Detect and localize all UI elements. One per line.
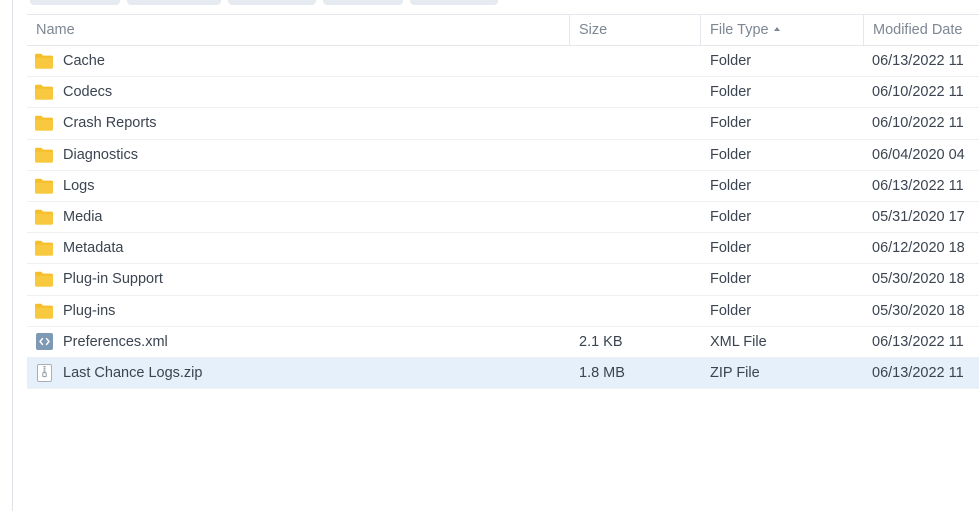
column-header-name[interactable]: Name — [27, 15, 569, 45]
file-name: Diagnostics — [63, 146, 138, 163]
cell-modified-date: 05/31/2020 17 — [872, 209, 965, 226]
file-name: Plug-ins — [63, 302, 116, 319]
cell-name: Metadata — [27, 233, 569, 263]
file-name: Media — [63, 209, 103, 226]
cell-name: Codecs — [27, 77, 569, 107]
file-name: Preferences.xml — [63, 333, 168, 350]
cell-file-type: Folder — [710, 302, 752, 319]
table-row[interactable]: Diagnostics Folder 06/04/2020 04 — [27, 140, 979, 171]
zip-file-icon — [35, 363, 53, 382]
cell-size — [569, 202, 700, 232]
cell-file-type: Folder — [710, 209, 752, 226]
cell-file-type: Folder — [710, 115, 752, 132]
cell-modified-date: 06/13/2022 11 — [872, 177, 964, 194]
cell-name: Logs — [27, 171, 569, 201]
table-row[interactable]: Last Chance Logs.zip 1.8 MB ZIP File 06/13/… — [27, 357, 979, 390]
left-panel-border — [12, 0, 13, 511]
file-name: Plug-in Support — [63, 271, 163, 288]
toolbar-button-1[interactable] — [30, 0, 120, 5]
cell-name: Last Chance Logs.zip — [27, 358, 569, 388]
folder-icon — [35, 270, 53, 288]
table-row[interactable]: Plug-ins Folder 05/30/2020 18 — [27, 296, 979, 327]
folder-icon — [35, 208, 53, 226]
cell-file-type: Folder — [710, 146, 752, 163]
column-header-size[interactable]: Size — [569, 15, 700, 45]
folder-icon — [35, 52, 53, 70]
cell-file-type: Folder — [710, 53, 752, 70]
cell-size — [569, 296, 700, 326]
cell-modified-date: 06/13/2022 11 — [872, 53, 964, 70]
cell-modified-date: 06/04/2020 04 — [872, 146, 965, 163]
file-name: Cache — [63, 53, 105, 70]
table-row[interactable]: Cache Folder 06/13/2022 11 — [27, 46, 979, 78]
cell-size — [569, 233, 700, 263]
cell-size — [569, 108, 700, 138]
table-row[interactable]: Metadata Folder 06/12/2020 18 — [27, 233, 979, 265]
table-row[interactable]: Plug-in Support Folder 05/30/2020 18 — [27, 264, 979, 296]
file-name: Logs — [63, 177, 95, 194]
cell-size — [569, 140, 700, 170]
cell-file-type: XML File — [710, 333, 767, 350]
sort-ascending-icon — [773, 27, 780, 31]
file-name: Last Chance Logs.zip — [63, 364, 203, 381]
column-header-modified-date[interactable]: Modified Date — [863, 15, 979, 45]
folder-icon — [35, 114, 53, 132]
cell-size — [569, 46, 700, 76]
cell-size: 1.8 MB — [579, 364, 625, 381]
folder-icon — [35, 239, 53, 257]
table-row[interactable]: Crash Reports Folder 06/10/2022 11 — [27, 108, 979, 140]
toolbar-button-2[interactable] — [127, 0, 221, 5]
cell-name: Media — [27, 202, 569, 232]
xml-file-icon — [35, 333, 53, 351]
cell-modified-date: 05/30/2020 18 — [872, 271, 965, 288]
table-header: Name Size File Type Modified Date — [27, 14, 979, 46]
cell-modified-date: 05/30/2020 18 — [872, 302, 965, 319]
toolbar-button-3[interactable] — [228, 0, 316, 5]
column-header-file-type[interactable]: File Type — [700, 15, 863, 45]
file-name: Crash Reports — [63, 115, 157, 132]
toolbar-buttons-partial — [30, 0, 498, 5]
cell-name: Plug-in Support — [27, 264, 569, 294]
cell-modified-date: 06/10/2022 11 — [872, 115, 964, 132]
cell-size — [569, 77, 700, 107]
cell-name: Preferences.xml — [27, 327, 569, 357]
folder-icon — [35, 177, 53, 195]
toolbar-button-5[interactable] — [410, 0, 498, 5]
cell-file-type: ZIP File — [710, 364, 760, 381]
cell-modified-date: 06/12/2020 18 — [872, 240, 965, 257]
column-header-file-type-label: File Type — [710, 22, 769, 38]
cell-size — [569, 171, 700, 201]
cell-modified-date: 06/10/2022 11 — [872, 84, 964, 101]
cell-modified-date: 06/13/2022 11 — [872, 364, 964, 381]
folder-icon — [35, 146, 53, 164]
file-name: Metadata — [63, 240, 124, 257]
column-header-modified-label: Modified Date — [873, 22, 963, 38]
cell-file-type: Folder — [710, 177, 752, 194]
folder-icon — [35, 83, 53, 101]
table-row[interactable]: Codecs Folder 06/10/2022 11 — [27, 77, 979, 109]
cell-size: 2.1 KB — [579, 333, 623, 350]
cell-name: Diagnostics — [27, 140, 569, 170]
table-row[interactable]: Preferences.xml 2.1 KB XML File 06/13/2022 … — [27, 327, 979, 358]
cell-file-type: Folder — [710, 271, 752, 288]
cell-name: Cache — [27, 46, 569, 76]
cell-name: Crash Reports — [27, 108, 569, 138]
folder-icon — [35, 302, 53, 320]
cell-file-type: Folder — [710, 84, 752, 101]
file-name: Codecs — [63, 84, 113, 101]
toolbar-button-4[interactable] — [323, 0, 403, 5]
cell-name: Plug-ins — [27, 296, 569, 326]
cell-modified-date: 06/13/2022 11 — [872, 333, 964, 350]
cell-size — [569, 264, 700, 294]
column-header-size-label: Size — [579, 22, 608, 38]
table-row[interactable]: Media Folder 05/31/2020 17 — [27, 202, 979, 234]
table-body: Cache Folder 06/13/2022 11 Codecs Folder 06/1… — [27, 46, 979, 390]
table-row[interactable]: Logs Folder 06/13/2022 11 — [27, 171, 979, 202]
cell-file-type: Folder — [710, 240, 752, 257]
column-header-name-label: Name — [36, 22, 75, 38]
file-table: Name Size File Type Modified Date Cache F… — [27, 14, 979, 390]
